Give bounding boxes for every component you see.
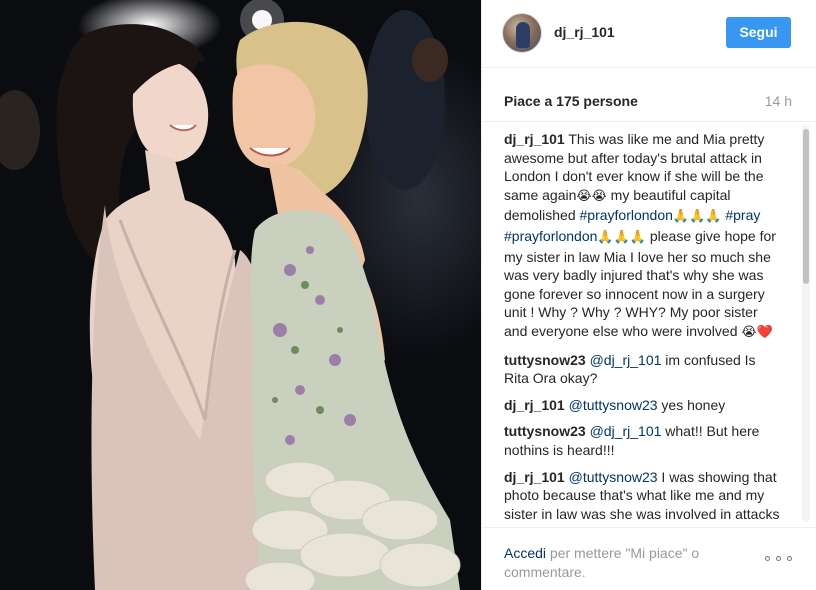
caption-username[interactable]: dj_rj_101 bbox=[504, 131, 565, 147]
comment-item: tuttysnow23 @dj_rj_101 im confused Is Ri… bbox=[504, 351, 784, 388]
comments-scrollbar[interactable] bbox=[802, 125, 810, 522]
comment-item: tuttysnow23 @dj_rj_101 what!! But here n… bbox=[504, 422, 784, 459]
photo-illustration bbox=[0, 0, 461, 590]
post-photo[interactable] bbox=[0, 0, 481, 590]
comment-mention[interactable]: @dj_rj_101 bbox=[590, 423, 662, 439]
comments-section[interactable]: dj_rj_101 This was like me and Mia prett… bbox=[482, 122, 816, 526]
login-prompt: Accedi per mettere "Mi piace" o commenta… bbox=[504, 544, 744, 582]
comment-mention[interactable]: @dj_rj_101 bbox=[590, 352, 662, 368]
comment-username[interactable]: tuttysnow23 bbox=[504, 423, 586, 439]
comment-list: dj_rj_101 This was like me and Mia prett… bbox=[504, 130, 784, 526]
comment-item: dj_rj_101 @tuttysnow23 I was showing tha… bbox=[504, 468, 784, 527]
pray-emoji: 🙏🙏🙏 bbox=[672, 209, 722, 225]
caption: dj_rj_101 This was like me and Mia prett… bbox=[504, 130, 784, 343]
likes-row: Piace a 175 persone 14 h bbox=[482, 68, 816, 122]
hashtag-prayforlondon-2[interactable]: #prayforlondon bbox=[504, 228, 597, 244]
comment-item: dj_rj_101 @tuttysnow23 yes honey bbox=[504, 396, 784, 415]
pray-emoji-2: 🙏🙏🙏 bbox=[597, 229, 646, 245]
comment-username[interactable]: dj_rj_101 bbox=[504, 469, 565, 485]
cry-heart-emoji: 😭❤️ bbox=[741, 324, 773, 340]
likes-count[interactable]: Piace a 175 persone bbox=[504, 93, 638, 109]
hashtag-prayforlondon[interactable]: #prayforlondon bbox=[580, 207, 673, 223]
follow-button[interactable]: Segui bbox=[726, 17, 791, 48]
post-details-panel: dj_rj_101 Segui Piace a 175 persone 14 h… bbox=[481, 0, 816, 590]
avatar[interactable] bbox=[502, 13, 542, 53]
comment-text: yes honey bbox=[657, 396, 726, 413]
comment-username[interactable]: dj_rj_101 bbox=[504, 397, 565, 413]
crying-emoji: 😭😭 bbox=[576, 188, 607, 204]
post-username[interactable]: dj_rj_101 bbox=[554, 24, 615, 40]
post-footer: Accedi per mettere "Mi piace" o commenta… bbox=[482, 527, 816, 590]
post-time[interactable]: 14 h bbox=[765, 93, 792, 109]
post-header: dj_rj_101 Segui bbox=[482, 0, 816, 68]
comment-mention[interactable]: @tuttysnow23 bbox=[569, 397, 658, 413]
login-link[interactable]: Accedi bbox=[504, 545, 546, 561]
comment-username[interactable]: tuttysnow23 bbox=[504, 352, 586, 368]
comment-mention[interactable]: @tuttysnow23 bbox=[569, 469, 658, 485]
more-options-icon[interactable] bbox=[765, 553, 795, 563]
scrollbar-thumb[interactable] bbox=[803, 129, 809, 284]
hashtag-pray[interactable]: #pray bbox=[725, 207, 760, 223]
